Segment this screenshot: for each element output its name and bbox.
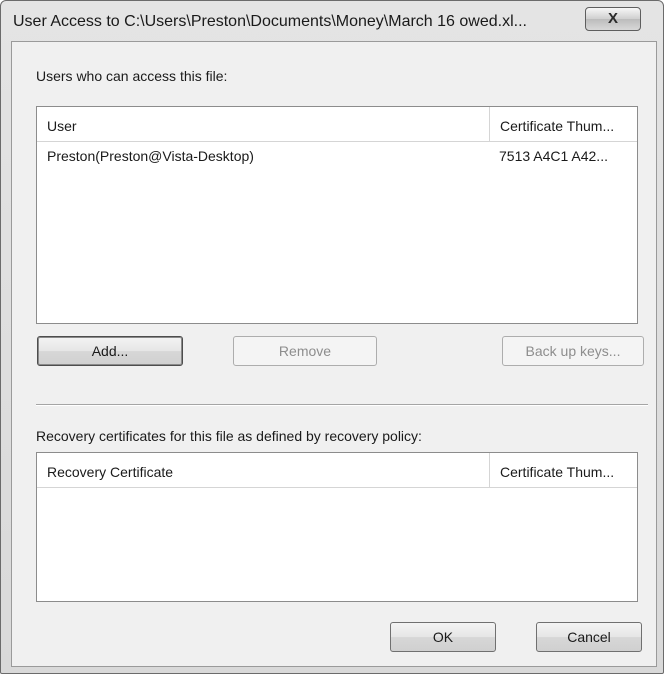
dialog-content: Users who can access this file: User Cer… bbox=[11, 41, 657, 667]
window-title: User Access to C:\Users\Preston\Document… bbox=[13, 13, 527, 30]
recovery-certificates-list[interactable]: Recovery Certificate Certificate Thum... bbox=[36, 452, 638, 602]
column-header-certificate-thumbprint[interactable]: Certificate Thum... bbox=[489, 107, 637, 141]
list-item[interactable]: Preston(Preston@Vista-Desktop) 7513 A4C1… bbox=[37, 143, 637, 169]
column-header-recovery-certificate[interactable]: Recovery Certificate bbox=[37, 453, 489, 487]
close-button[interactable]: X bbox=[585, 7, 641, 31]
ok-button[interactable]: OK bbox=[390, 622, 496, 652]
dialog-window: User Access to C:\Users\Preston\Document… bbox=[0, 0, 664, 674]
close-icon: X bbox=[607, 10, 618, 27]
column-header-certificate-thumbprint[interactable]: Certificate Thum... bbox=[489, 453, 637, 487]
users-list[interactable]: User Certificate Thum... Preston(Preston… bbox=[36, 106, 638, 324]
certificate-thumbprint-cell: 7513 A4C1 A42... bbox=[499, 148, 608, 164]
recovery-section-label: Recovery certificates for this file as d… bbox=[36, 428, 422, 444]
add-button[interactable]: Add... bbox=[37, 336, 183, 366]
recovery-list-header: Recovery Certificate Certificate Thum... bbox=[37, 453, 637, 488]
users-list-header: User Certificate Thum... bbox=[37, 107, 637, 142]
section-divider bbox=[36, 404, 648, 406]
user-name-cell: Preston(Preston@Vista-Desktop) bbox=[47, 148, 254, 164]
users-section-label: Users who can access this file: bbox=[36, 68, 228, 84]
cancel-button[interactable]: Cancel bbox=[536, 622, 642, 652]
remove-button[interactable]: Remove bbox=[233, 336, 377, 366]
column-header-user[interactable]: User bbox=[37, 107, 489, 141]
back-up-keys-button[interactable]: Back up keys... bbox=[502, 336, 644, 366]
